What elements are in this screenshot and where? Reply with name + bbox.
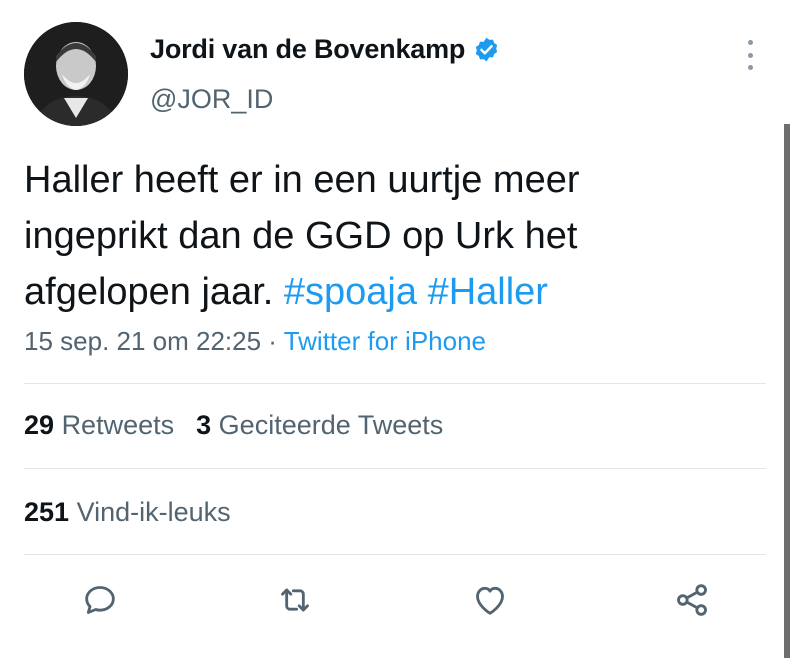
- tweet-text-line-2: ingeprikt dan de GGD op Urk het: [24, 215, 578, 257]
- tweet-text-line-3: afgelopen jaar. #spoaja #Haller: [24, 264, 744, 320]
- likes-count: 251: [24, 497, 70, 527]
- tweet-text: Haller heeft er in een uurtje meer ingep…: [24, 152, 744, 320]
- divider: [24, 554, 766, 555]
- tweet-timestamp[interactable]: 15 sep. 21 om 22:25: [24, 326, 261, 356]
- share-icon[interactable]: [672, 580, 712, 620]
- verified-badge-icon: [473, 36, 500, 63]
- scrollbar[interactable]: [784, 124, 790, 658]
- avatar[interactable]: [24, 22, 128, 126]
- author-display-name[interactable]: Jordi van de Bovenkamp: [150, 34, 465, 65]
- author-name-row[interactable]: Jordi van de Bovenkamp: [150, 34, 500, 65]
- likes-link[interactable]: 251 Vind-ik-leuks: [24, 497, 231, 527]
- quotes-label: Geciteerde Tweets: [218, 410, 444, 440]
- retweets-link[interactable]: 29 Retweets: [24, 410, 174, 440]
- tweet-source-link[interactable]: Twitter for iPhone: [284, 326, 486, 356]
- hashtag-haller-link[interactable]: #Haller: [428, 271, 548, 313]
- quote-tweets-link[interactable]: 3 Geciteerde Tweets: [196, 410, 443, 440]
- tweet-text-line-3-text: afgelopen jaar.: [24, 271, 284, 313]
- tweet-meta: 15 sep. 21 om 22:25 · Twitter for iPhone: [24, 326, 486, 357]
- heart-icon[interactable]: [470, 580, 510, 620]
- likes-label: Vind-ik-leuks: [76, 497, 231, 527]
- tweet-text-line-1: Haller heeft er in een uurtje meer: [24, 159, 580, 201]
- retweet-stats-row: 29 Retweets 3 Geciteerde Tweets: [24, 410, 443, 441]
- divider: [24, 383, 766, 384]
- retweets-count: 29: [24, 410, 55, 440]
- likes-stats-row: 251 Vind-ik-leuks: [24, 497, 231, 528]
- tweet-actions: [0, 580, 790, 620]
- author-handle[interactable]: @JOR_ID: [150, 84, 273, 115]
- quotes-count: 3: [196, 410, 212, 440]
- divider: [24, 468, 766, 469]
- retweet-icon[interactable]: [275, 580, 315, 620]
- hashtag-spoaja-link[interactable]: #spoaja: [284, 271, 417, 313]
- meta-separator: ·: [261, 326, 284, 356]
- retweets-label: Retweets: [61, 410, 175, 440]
- reply-icon[interactable]: [80, 580, 120, 620]
- more-vertical-icon[interactable]: [740, 40, 760, 70]
